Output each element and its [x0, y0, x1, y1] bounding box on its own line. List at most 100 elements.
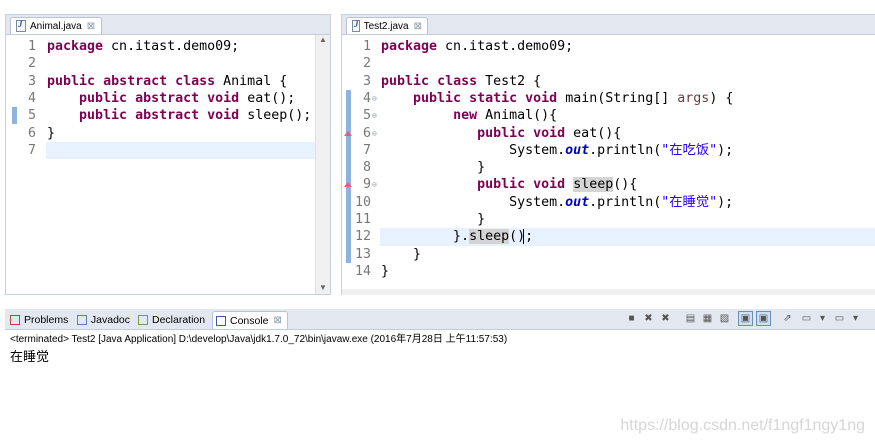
- remove-launch-icon[interactable]: ✖: [641, 311, 656, 326]
- code-token: args: [677, 90, 710, 106]
- code-line[interactable]: 2: [6, 55, 330, 72]
- fold-toggle-icon[interactable]: ⊖: [372, 176, 377, 193]
- fold-toggle-icon[interactable]: ⊖: [372, 90, 377, 107]
- tab-test2-java[interactable]: Test2.java ⊠: [346, 17, 428, 34]
- pin-console-icon[interactable]: ⇗: [780, 311, 795, 326]
- fold-toggle-icon[interactable]: ⊖: [372, 125, 377, 142]
- tab-animal-java[interactable]: Animal.java ⊠: [10, 17, 102, 34]
- show-on-stderr-icon[interactable]: ▣: [756, 311, 771, 326]
- fold-toggle-icon[interactable]: ⊖: [372, 107, 377, 124]
- declaration-icon: [138, 315, 148, 325]
- code-line[interactable]: 3 public abstract class Animal {: [6, 73, 330, 90]
- close-tab-icon[interactable]: ⊠: [274, 315, 282, 326]
- code-token: public: [477, 177, 526, 193]
- code-token: .println(: [589, 194, 662, 210]
- code-line[interactable]: 1 package cn.itast.demo09;: [342, 38, 875, 55]
- scroll-lock-icon[interactable]: ▦: [700, 311, 715, 326]
- clear-console-icon[interactable]: ▤: [683, 311, 698, 326]
- code-token: Animal(){: [477, 108, 558, 124]
- terminate-icon[interactable]: ■: [624, 311, 639, 326]
- code-token: .println(: [589, 142, 662, 158]
- code-line[interactable]: 1 package cn.itast.demo09;: [6, 38, 330, 55]
- line-number: 5: [27, 108, 36, 124]
- console-icon: [216, 315, 226, 326]
- line-number: 7: [27, 142, 36, 158]
- change-marker: [346, 89, 351, 263]
- line-number: 3: [362, 73, 371, 89]
- code-text: public static void main(String[] args) {: [381, 90, 733, 107]
- code-line[interactable]: 4 ⊖ public static void main(String[] args…: [342, 90, 875, 107]
- code-line[interactable]: 11 }: [342, 211, 875, 228]
- code-text: }: [381, 159, 485, 176]
- right-code-area[interactable]: 1 package cn.itast.demo09; 2 3 public class …: [342, 35, 875, 295]
- code-line[interactable]: 5 ⊖ new Animal(){: [342, 107, 875, 124]
- line-number: 9: [362, 177, 371, 193]
- tab-declaration[interactable]: Declaration: [135, 311, 210, 329]
- code-token: main(String[]: [557, 90, 678, 106]
- code-line[interactable]: 6}: [6, 125, 330, 142]
- line-number: 11: [355, 212, 372, 227]
- code-line[interactable]: 6 ⊖ public void eat(){: [342, 125, 875, 142]
- code-text: }.sleep();: [381, 228, 533, 245]
- code-token: );: [717, 194, 734, 210]
- code-line[interactable]: 9 ⊖ public void sleep(){: [342, 176, 875, 193]
- code-line[interactable]: 5 public abstract void sleep();: [6, 107, 330, 124]
- code-line[interactable]: 12 }.sleep();: [355, 228, 875, 246]
- code-line[interactable]: 4 public abstract void eat();: [6, 90, 330, 107]
- code-token: eat(){: [565, 125, 622, 141]
- javadoc-icon: [77, 315, 87, 325]
- code-line[interactable]: 2: [342, 55, 875, 72]
- scroll-up-arrow[interactable]: ▲: [316, 35, 330, 44]
- code-token: public: [381, 73, 430, 89]
- code-text: public void sleep(){: [381, 176, 637, 193]
- close-tab-icon[interactable]: ⊠: [87, 21, 95, 32]
- tab-problems[interactable]: Problems: [7, 311, 73, 329]
- scroll-down-arrow[interactable]: ▼: [316, 283, 330, 292]
- horizontal-scrollbar[interactable]: [342, 289, 875, 295]
- left-vertical-scrollbar[interactable]: ▲ ▼: [315, 35, 330, 294]
- code-line[interactable]: 10 System.out.println("在睡觉");: [342, 194, 875, 211]
- code-token: public: [79, 108, 128, 124]
- code-line[interactable]: 3 public class Test2 {: [342, 73, 875, 90]
- chevron-down-icon[interactable]: ▾: [815, 311, 830, 326]
- code-text: public class Test2 {: [381, 73, 541, 90]
- tab-javadoc[interactable]: Javadoc: [74, 311, 133, 329]
- code-line[interactable]: 13 }: [342, 246, 875, 263]
- code-token: void: [207, 108, 240, 124]
- code-token: sleep: [469, 229, 510, 245]
- code-token: public: [47, 73, 96, 89]
- left-code-area[interactable]: 1 package cn.itast.demo09; 2 3 public abstra…: [6, 35, 330, 294]
- left-editor-tabstrip: Animal.java ⊠: [6, 15, 330, 35]
- code-token: cn.itast.demo09;: [103, 39, 240, 54]
- override-marker-icon: [344, 130, 352, 136]
- tab-console[interactable]: Console ⊠: [212, 311, 288, 329]
- line-number: 6: [27, 125, 36, 141]
- code-token: }: [381, 160, 486, 176]
- show-on-stdout-icon[interactable]: ▣: [738, 311, 753, 326]
- right-editor-tabstrip: Test2.java ⊠: [342, 15, 875, 35]
- open-console-icon[interactable]: ▭: [832, 311, 847, 326]
- code-text: System.out.println("在吃饭");: [381, 142, 733, 159]
- close-tab-icon[interactable]: ⊠: [414, 21, 422, 32]
- change-marker: [12, 107, 17, 125]
- chevron-down-icon[interactable]: ▾: [848, 311, 863, 326]
- code-line[interactable]: 14}: [342, 263, 875, 280]
- code-line[interactable]: 7: [28, 141, 330, 160]
- line-number: 6: [362, 125, 371, 141]
- console-output[interactable]: 在睡觉: [10, 346, 49, 365]
- remove-all-launches-icon[interactable]: ✖: [658, 311, 673, 326]
- display-console-icon[interactable]: ▭: [799, 311, 814, 326]
- code-line[interactable]: 7 System.out.println("在吃饭");: [342, 142, 875, 159]
- code-token: ) {: [709, 90, 734, 106]
- tab-label: Javadoc: [90, 314, 130, 326]
- code-line[interactable]: 8 }: [342, 159, 875, 176]
- word-wrap-icon[interactable]: ▧: [717, 311, 732, 326]
